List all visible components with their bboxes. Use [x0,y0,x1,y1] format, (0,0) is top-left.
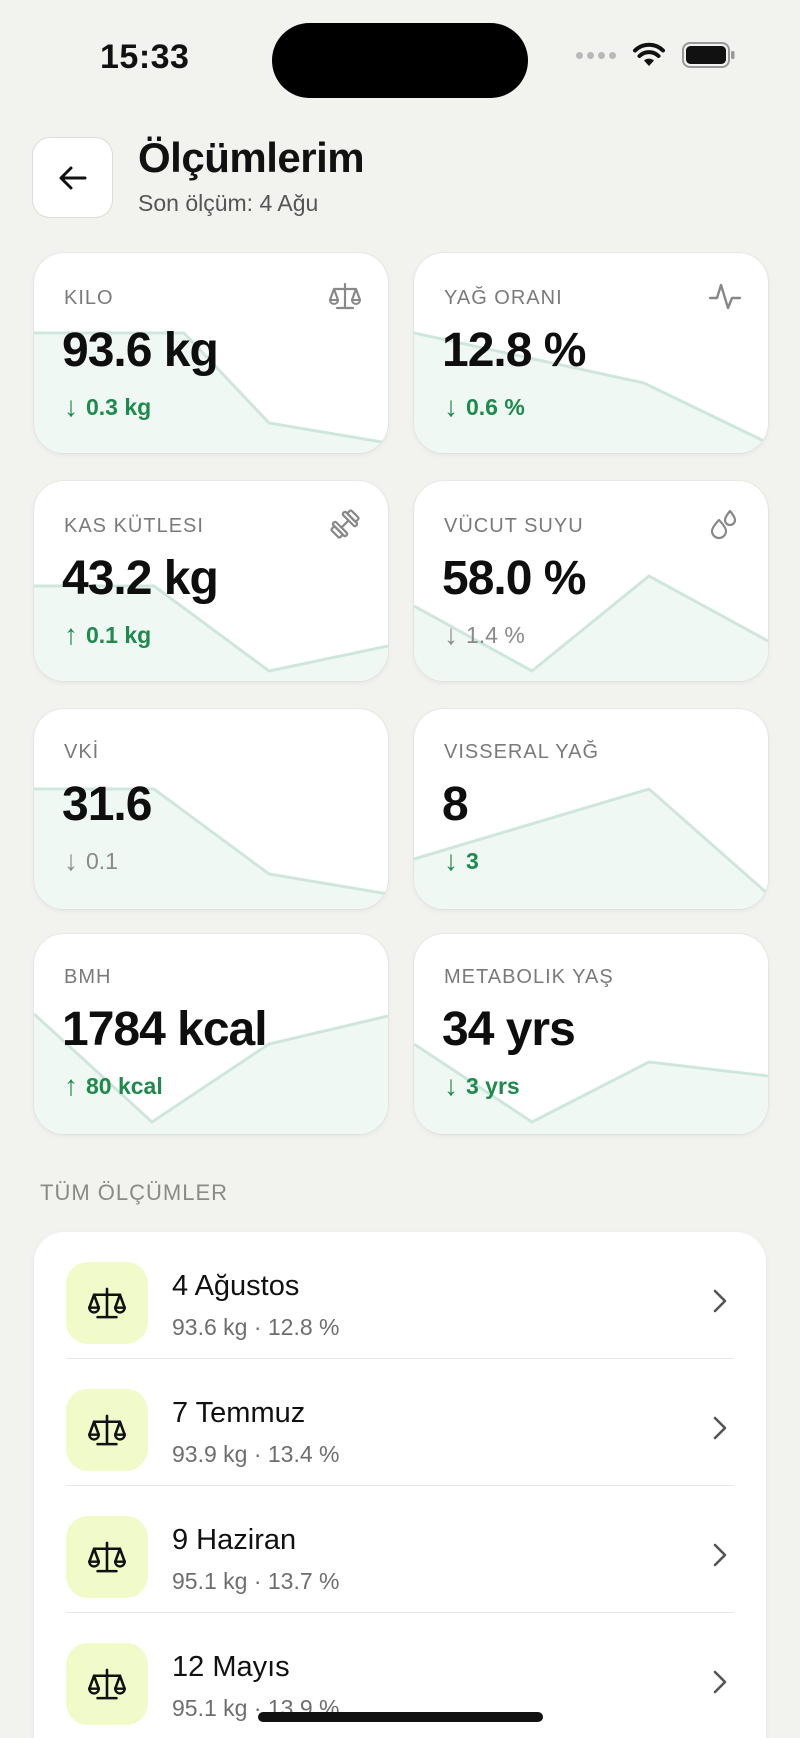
section-title: TÜM ÖLÇÜMLER [40,1180,229,1205]
arrow-down-icon: ↓ [444,845,458,876]
item-date: 4 Ağustos [172,1270,300,1302]
chevron-right-icon [713,1289,727,1313]
status-icons [576,42,736,68]
metric-delta: ↓ 0.3 kg [64,391,151,423]
scale-icon [328,282,362,310]
activity-icon [708,283,742,310]
arrow-down-icon: ↓ [444,391,458,422]
metric-delta: ↓ 1.4 % [444,619,525,651]
dynamic-island [272,23,528,98]
metric-card-body-water[interactable]: VÜCUT SUYU 58.0 % ↓ 1.4 % [414,481,768,681]
delta-value: 0.6 % [466,393,525,420]
arrow-left-icon [59,166,86,189]
metric-delta: ↓ 3 [444,845,479,877]
battery-icon [682,42,735,68]
delta-value: 3 yrs [466,1072,520,1099]
metric-delta: ↑ 80 kcal [64,1070,163,1102]
metric-label: METABOLIK YAŞ [444,966,614,988]
arrow-up-icon: ↑ [64,619,78,650]
arrow-down-icon: ↓ [64,845,78,876]
list-item[interactable]: 9 Haziran 95.1 kg · 13.7 % [34,1486,766,1613]
metric-delta: ↑ 0.1 kg [64,619,151,651]
metric-card-muscle-mass[interactable]: KAS KÜTLESI 43.2 kg ↑ 0.1 kg [34,481,388,681]
delta-value: 80 kcal [86,1072,163,1099]
home-indicator[interactable] [258,1712,543,1722]
metric-card-fat-ratio[interactable]: YAĞ ORANI 12.8 % ↓ 0.6 % [414,253,768,453]
metric-delta: ↓ 0.6 % [444,391,525,423]
droplets-icon [710,509,737,540]
wifi-icon [633,42,665,66]
metric-label: VÜCUT SUYU [444,515,584,537]
scale-icon [66,1389,148,1471]
metric-card-bmi[interactable]: VKİ 31.6 ↓ 0.1 [34,709,388,909]
arrow-down-icon: ↓ [64,391,78,422]
item-date: 7 Temmuz [172,1397,306,1429]
chevron-right-icon [713,1670,727,1694]
delta-value: 0.1 [86,847,118,874]
chevron-right-icon [713,1416,727,1440]
metric-value: 8 [442,778,469,831]
metric-card-visceral-fat[interactable]: VISSERAL YAĞ 8 ↓ 3 [414,709,768,909]
scale-icon [66,1516,148,1598]
arrow-down-icon: ↓ [444,619,458,650]
delta-value: 3 [466,847,479,874]
measurements-list: 4 Ağustos 93.6 kg · 12.8 % 7 Temmuz 93.9… [34,1232,766,1738]
metric-label: KAS KÜTLESI [64,515,204,537]
metric-label: VISSERAL YAĞ [444,741,600,763]
metric-value: 93.6 kg [62,324,219,377]
back-button[interactable] [32,137,113,218]
arrow-up-icon: ↑ [64,1070,78,1101]
status-bar: 15:33 [0,0,800,120]
dumbbell-icon [330,509,360,539]
item-summary: 93.6 kg · 12.8 % [172,1314,340,1340]
metric-label: YAĞ ORANI [444,287,563,309]
metric-label: BMH [64,966,112,988]
arrow-down-icon: ↓ [444,1070,458,1101]
page-subtitle: Son ölçüm: 4 Ağu [138,190,319,216]
metric-delta: ↓ 3 yrs [444,1070,520,1102]
metric-value: 58.0 % [442,552,586,605]
metric-delta: ↓ 0.1 [64,845,118,877]
status-time: 15:33 [100,38,190,76]
scale-icon [66,1643,148,1725]
item-date: 12 Mayıs [172,1651,290,1683]
chevron-right-icon [713,1543,727,1567]
metric-card-bmr[interactable]: BMH 1784 kcal ↑ 80 kcal [34,934,388,1134]
item-summary: 95.1 kg · 13.7 % [172,1568,340,1594]
metric-value: 1784 kcal [62,1003,268,1056]
delta-value: 1.4 % [466,621,525,648]
delta-value: 0.3 kg [86,393,152,420]
cellular-signal-icon [576,51,616,59]
metric-value: 31.6 [62,778,152,831]
delta-value: 0.1 kg [86,621,152,648]
item-date: 9 Haziran [172,1524,297,1556]
scale-icon [66,1262,148,1344]
list-item[interactable]: 4 Ağustos 93.6 kg · 12.8 % [34,1232,766,1359]
metric-value: 43.2 kg [62,552,219,605]
metric-label: KILO [64,287,114,309]
list-item[interactable]: 7 Temmuz 93.9 kg · 13.4 % [34,1359,766,1486]
metric-card-metabolic-age[interactable]: METABOLIK YAŞ 34 yrs ↓ 3 yrs [414,934,768,1134]
page-title: Ölçümlerim [138,134,365,181]
metric-value: 12.8 % [442,324,586,377]
metric-label: VKİ [64,741,100,763]
item-summary: 93.9 kg · 13.4 % [172,1441,340,1467]
metric-card-weight[interactable]: KILO 93.6 kg ↓ 0.3 kg [34,253,388,453]
metric-value: 34 yrs [442,1003,576,1056]
